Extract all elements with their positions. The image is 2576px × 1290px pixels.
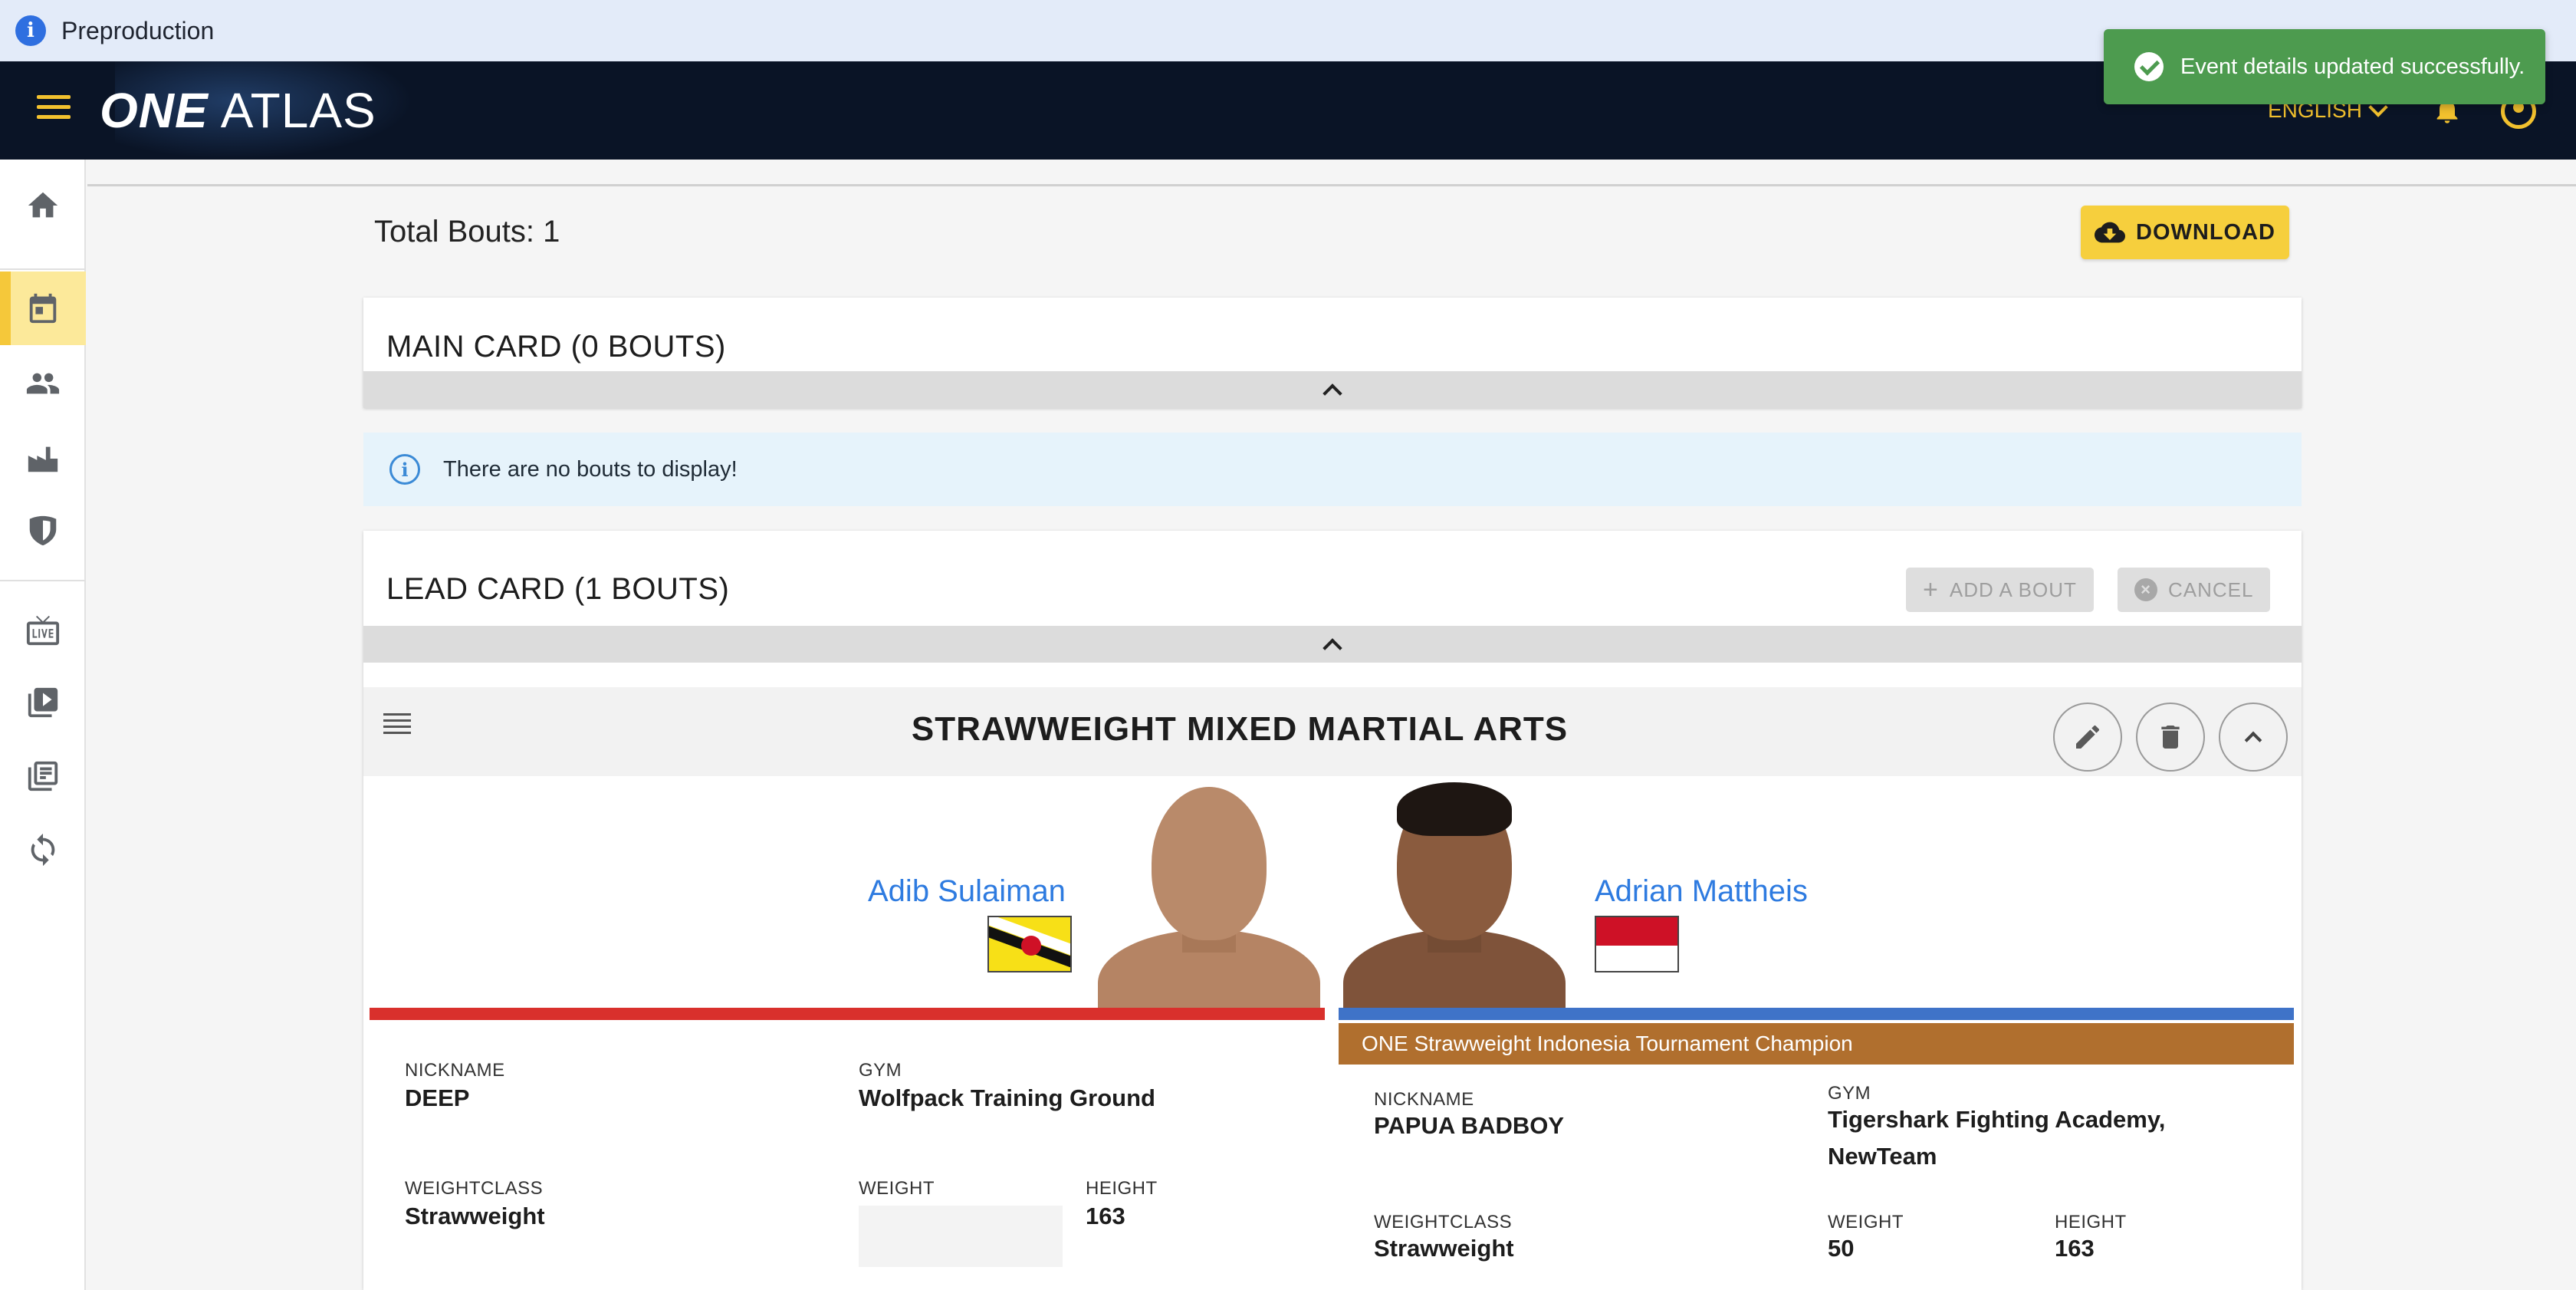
gym-label: GYM — [859, 1060, 902, 1081]
bout-title: STRAWWEIGHT MIXED MARTIAL ARTS — [911, 710, 1569, 748]
red-corner-fighter-name[interactable]: Adib Sulaiman — [868, 874, 1066, 909]
blue-corner-fighter-name[interactable]: Adrian Mattheis — [1595, 874, 1808, 909]
champion-title-strip: ONE Strawweight Indonesia Tournament Cha… — [1339, 1023, 2294, 1065]
sidebar-divider — [0, 268, 86, 270]
weightclass-value: Strawweight — [405, 1203, 545, 1229]
sidebar-item-collections[interactable] — [0, 739, 86, 813]
blue-corner-bar — [1339, 1008, 2294, 1020]
nickname-value: DEEP — [405, 1084, 470, 1111]
factory-icon — [28, 446, 58, 472]
brunei-flag-icon — [987, 916, 1072, 972]
check-circle-icon — [2134, 52, 2164, 81]
trash-icon — [2161, 726, 2180, 749]
plus-icon: + — [1923, 574, 1939, 604]
height-value: 163 — [2055, 1235, 2095, 1262]
download-button[interactable]: DOWNLOAD — [2081, 206, 2289, 259]
red-corner-panel: Adib Sulaiman NICKNAME DEEP GYM Wolfpack… — [370, 776, 1325, 1290]
edit-bout-button[interactable] — [2053, 703, 2122, 772]
calendar-icon — [29, 293, 57, 324]
height-value: 163 — [1086, 1203, 1125, 1229]
content-divider — [87, 184, 2576, 186]
environment-label: Preproduction — [61, 16, 215, 44]
info-outline-icon: i — [389, 454, 420, 485]
info-icon: i — [15, 15, 46, 46]
nickname-label: NICKNAME — [405, 1060, 505, 1081]
add-bout-button[interactable]: + ADD A BOUT — [1906, 568, 2094, 612]
no-bouts-alert: i There are no bouts to display! — [363, 433, 2302, 506]
no-bouts-message: There are no bouts to display! — [443, 456, 738, 482]
logo-atlas: ATLAS — [220, 83, 376, 138]
chevron-up-icon — [1322, 383, 1342, 403]
chevron-up-icon — [2244, 731, 2262, 749]
gym-value: Wolfpack Training Ground — [859, 1084, 1155, 1111]
lead-card-title: LEAD CARD (1 BOUTS) — [386, 572, 730, 606]
shield-icon — [29, 515, 57, 546]
pencil-icon — [2076, 725, 2100, 749]
sidebar-item-promotions[interactable] — [0, 494, 86, 568]
library-icon — [28, 761, 58, 791]
weight-value-empty — [859, 1206, 1063, 1267]
red-corner-portrait — [1093, 776, 1325, 1008]
chevron-up-icon — [1322, 638, 1342, 658]
nickname-value: PAPUA BADBOY — [1374, 1112, 1565, 1139]
height-label: HEIGHT — [1086, 1178, 1158, 1199]
total-bouts-label: Total Bouts: 1 — [374, 215, 560, 248]
blue-corner-portrait — [1339, 776, 1570, 1008]
app-logo[interactable]: ONE ATLAS — [100, 81, 376, 140]
lead-card-collapse-toggle[interactable] — [363, 626, 2302, 663]
sidebar-item-events[interactable] — [0, 271, 86, 345]
main-card-title: MAIN CARD (0 BOUTS) — [386, 330, 726, 364]
cancel-circle-icon: × — [2134, 578, 2157, 601]
sidebar — [0, 160, 86, 1290]
people-icon — [26, 373, 60, 394]
logo-one: ONE — [100, 83, 209, 138]
main-card-collapse-toggle[interactable] — [363, 371, 2302, 408]
sidebar-item-venues[interactable] — [0, 422, 86, 495]
video-library-icon — [28, 687, 58, 718]
toast-message: Event details updated successfully. — [2180, 54, 2525, 79]
sidebar-item-athletes[interactable] — [0, 347, 86, 420]
home-icon — [28, 192, 58, 218]
hamburger-menu-icon[interactable] — [37, 95, 71, 126]
cancel-label: CANCEL — [2168, 578, 2254, 601]
weightclass-value: Strawweight — [1374, 1235, 1514, 1262]
weight-label: WEIGHT — [859, 1178, 935, 1199]
sync-icon — [31, 833, 55, 867]
bout-header: STRAWWEIGHT MIXED MARTIAL ARTS — [363, 687, 2302, 776]
delete-bout-button[interactable] — [2136, 703, 2205, 772]
weightclass-label: WEIGHTCLASS — [405, 1178, 544, 1199]
collapse-bout-button[interactable] — [2219, 703, 2288, 772]
sidebar-item-live[interactable] — [0, 594, 86, 667]
cloud-download-icon — [2095, 222, 2125, 243]
download-label: DOWNLOAD — [2136, 219, 2275, 245]
sidebar-divider — [0, 580, 86, 581]
success-toast: Event details updated successfully. — [2104, 29, 2545, 104]
blue-corner-panel: Adrian Mattheis ONE Strawweight Indonesi… — [1339, 776, 2294, 1290]
sidebar-item-home[interactable] — [0, 169, 86, 242]
main-card-section: MAIN CARD (0 BOUTS) — [363, 298, 2302, 408]
add-bout-label: ADD A BOUT — [1949, 578, 2077, 601]
live-tv-icon — [26, 615, 60, 646]
cancel-button[interactable]: × CANCEL — [2118, 568, 2271, 612]
gym-value-line1: Tigershark Fighting Academy, — [1828, 1106, 2166, 1133]
indonesia-flag-icon — [1595, 916, 1679, 972]
sidebar-item-sync[interactable] — [0, 813, 86, 887]
gym-value-line2: NewTeam — [1828, 1143, 1937, 1170]
red-corner-bar — [370, 1008, 1325, 1020]
sidebar-item-videos[interactable] — [0, 666, 86, 739]
weight-value: 50 — [1828, 1235, 1855, 1262]
